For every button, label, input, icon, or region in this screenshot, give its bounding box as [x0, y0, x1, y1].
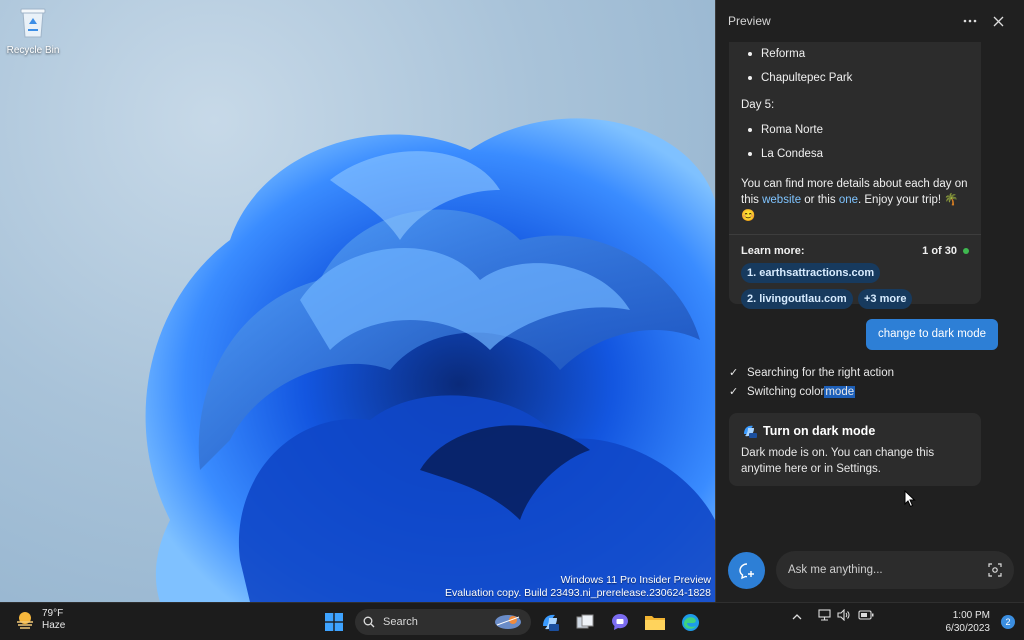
- haze-weather-icon: [17, 612, 33, 629]
- user-message-bubble: change to dark mode: [865, 319, 998, 350]
- para-text: or this: [801, 194, 839, 206]
- action-card[interactable]: Turn on dark mode Dark mode is on. You c…: [729, 413, 981, 486]
- teams-chat-button[interactable]: [607, 609, 633, 635]
- new-chat-icon: [738, 562, 754, 579]
- windows-logo-icon: [325, 613, 343, 631]
- pane-header: Preview: [716, 0, 1024, 42]
- copilot-pane: Preview Reforma Chapultepec Park Day 5: …: [715, 0, 1024, 602]
- network-icon: [818, 609, 831, 621]
- mouse-cursor-icon: [904, 490, 916, 508]
- learn-more-label: Learn more:: [741, 245, 805, 257]
- network-button[interactable]: [818, 609, 831, 624]
- copilot-pre-icon: [744, 425, 757, 438]
- weather-desc: Haze: [42, 620, 66, 631]
- task-view-button[interactable]: [572, 609, 598, 635]
- start-button[interactable]: [321, 609, 347, 635]
- website-link[interactable]: website: [762, 194, 801, 206]
- ask-input-box[interactable]: [776, 551, 1014, 589]
- progress-step-1: ✓ Searching for the right action: [729, 366, 895, 380]
- taskbar: 79°F Haze Search 1:00 PM 6/30/2023 2: [0, 602, 1024, 640]
- windows-bloom-wallpaper: [145, 118, 715, 602]
- watermark-line-1: Windows 11 Pro Insider Preview: [560, 574, 711, 586]
- weather-widget[interactable]: 79°F Haze: [14, 608, 65, 632]
- watermark-line-2: Evaluation copy. Build 23493.ni_prerelea…: [444, 587, 711, 599]
- taskbar-search[interactable]: Search: [355, 609, 531, 635]
- day-label: Day 5:: [741, 99, 775, 111]
- battery-icon: [858, 610, 874, 620]
- task-view-icon: [576, 614, 594, 629]
- search-label: Search: [383, 616, 418, 628]
- evaluation-watermark: Windows 11 Pro Insider Preview Evaluatio…: [445, 574, 711, 600]
- divider: [729, 234, 981, 235]
- clock-time: 1:00 PM: [952, 610, 990, 621]
- volume-icon: [837, 608, 850, 622]
- more-sources-chip[interactable]: +3 more: [857, 289, 913, 309]
- edge-browser-button[interactable]: [677, 609, 703, 635]
- desktop: Recycle Bin Windows 11 Pro Insider Previ…: [0, 0, 715, 602]
- folder-icon: [645, 616, 665, 630]
- edge-icon: [681, 613, 699, 631]
- source-chip-2[interactable]: 2. livingoutlau.com: [741, 289, 853, 309]
- weather-temp: 79°F: [42, 608, 64, 619]
- status-dot-icon: [963, 248, 969, 254]
- copilot-taskbar-button[interactable]: [537, 609, 563, 635]
- notification-badge[interactable]: 2: [1001, 615, 1015, 629]
- clock-date: 6/30/2023: [945, 623, 991, 634]
- more-icon: [963, 19, 977, 23]
- search-icon: [363, 616, 375, 628]
- answer-card: Reforma Chapultepec Park Day 5: Roma Nor…: [729, 42, 981, 309]
- action-card-text: Dark mode is on. You can change this any…: [741, 447, 935, 475]
- list-item: La Condesa: [741, 142, 969, 166]
- recycle-bin[interactable]: Recycle Bin: [6, 6, 60, 56]
- emoji: 😊: [741, 210, 756, 222]
- chevron-up-icon: [792, 613, 802, 619]
- recycle-bin-icon: [20, 8, 46, 38]
- checkmark-icon: ✓: [729, 386, 739, 398]
- source-chips: 1. earthsattractions.com 2. livingoutlau…: [741, 263, 969, 315]
- list-item: Roma Norte: [741, 118, 969, 142]
- response-counter: 1 of 30: [922, 245, 957, 257]
- list-item: Reforma: [741, 42, 969, 66]
- answer-paragraph: You can find more details about each day…: [741, 176, 969, 224]
- file-explorer-button[interactable]: [642, 609, 668, 635]
- show-hidden-icons-button[interactable]: [792, 611, 802, 623]
- para-text: . Enjoy your trip! 🌴: [858, 194, 959, 206]
- progress-step-text: Switching color: [747, 385, 825, 398]
- one-link[interactable]: one: [839, 194, 858, 206]
- ask-input[interactable]: [788, 564, 988, 576]
- recycle-bin-label: Recycle Bin: [6, 45, 60, 56]
- list-item: Chapultepec Park: [741, 66, 969, 90]
- progress-step-text: Searching for the right action: [747, 366, 895, 379]
- search-highlight-icon: [495, 615, 521, 629]
- progress-step-2: ✓ Switching color mode: [729, 385, 856, 398]
- volume-button[interactable]: [837, 608, 850, 624]
- action-card-title-row: Turn on dark mode: [741, 423, 969, 439]
- copilot-pre-icon: [543, 614, 559, 631]
- chat-icon: [612, 614, 628, 630]
- highlighted-text: mode: [824, 385, 856, 398]
- system-tray: [792, 608, 874, 624]
- close-pane-button[interactable]: [984, 7, 1012, 35]
- new-topic-button[interactable]: [728, 552, 765, 589]
- close-icon: [993, 16, 1003, 26]
- learn-more-row: Learn more: 1 of 30: [741, 245, 969, 257]
- source-chip-1[interactable]: 1. earthsattractions.com: [741, 263, 881, 283]
- action-card-title: Turn on dark mode: [763, 424, 876, 438]
- clock[interactable]: 1:00 PM 6/30/2023: [946, 609, 991, 635]
- screenshot-capture-icon[interactable]: [988, 563, 1002, 577]
- more-options-button[interactable]: [956, 7, 984, 35]
- checkmark-icon: ✓: [729, 367, 739, 379]
- battery-button[interactable]: [858, 610, 874, 623]
- pane-title: Preview: [728, 14, 771, 28]
